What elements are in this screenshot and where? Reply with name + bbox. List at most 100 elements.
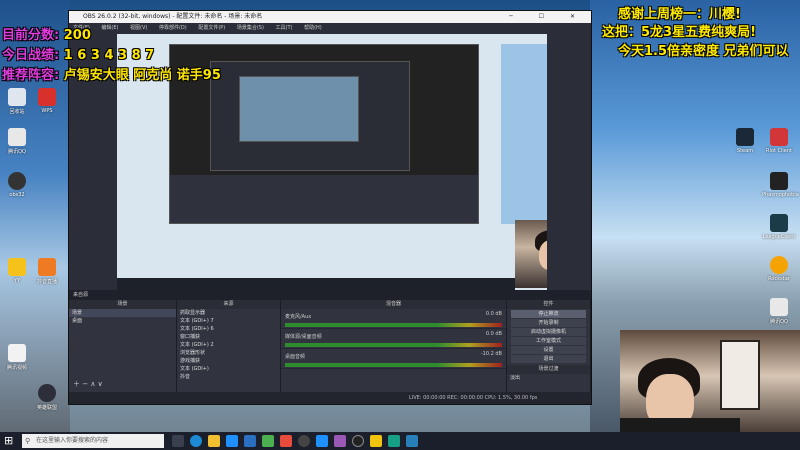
desktop-icon[interactable]: Phasmophobia: [762, 172, 799, 198]
record-value: 1 6 3 4 3 8 7: [63, 48, 155, 63]
source-item[interactable]: 文本 (GDI+): [177, 365, 280, 373]
streamer-webcam: [620, 330, 800, 432]
scene-item[interactable]: 场景: [69, 309, 176, 317]
obs-title-text: OBS 26.0.2 (32-bit, windows) - 配置文件: 未命名…: [83, 13, 263, 20]
sources-dock: 来源 抓取显示器 文本 (GDI+) 7 文本 (GDI+) 6 窗口捕获 文本…: [177, 300, 281, 392]
taskbar: ⊞ ⚲ 在这里输入你要搜索的内容: [0, 432, 800, 450]
source-toolbar-label: 来自源: [73, 292, 89, 298]
task-view-icon[interactable]: [172, 435, 184, 447]
studio-mode-button[interactable]: 工作室模式: [511, 337, 586, 345]
stop-streaming-button[interactable]: 停止推流: [511, 310, 586, 318]
app-icon[interactable]: [280, 435, 292, 447]
source-item[interactable]: 浏览器形状: [177, 349, 280, 357]
recommend-overlay: 推荐阵容: 卢锡安大眼 阿克尚 诺手95: [2, 64, 221, 83]
thanks-overlay: 感谢上周榜一：川樱!: [618, 7, 741, 22]
source-item[interactable]: 文本 (GDI+) 2: [177, 341, 280, 349]
preview-webcam: [515, 220, 547, 288]
store-icon[interactable]: [226, 435, 238, 447]
nested-desktop-strip: [501, 44, 547, 224]
search-placeholder: 在这里输入你要搜索的内容: [36, 437, 109, 444]
taskbar-search-input[interactable]: ⚲ 在这里输入你要搜索的内容: [22, 434, 164, 448]
desktop-icon[interactable]: 抖音直播: [30, 258, 64, 285]
mixer-channel-db: -10.2 dB: [480, 351, 502, 357]
app-icon[interactable]: [370, 435, 382, 447]
windows-start-icon[interactable]: ⊞: [4, 435, 15, 446]
nested-dock: [170, 175, 478, 223]
volume-meter[interactable]: [285, 323, 502, 327]
mixer-header: 混音器: [281, 300, 506, 309]
app-icon[interactable]: [298, 435, 310, 447]
desktop-icon[interactable]: 回收站: [0, 88, 34, 115]
desktop-icon[interactable]: Rockstar: [762, 256, 796, 282]
start-recording-button[interactable]: 开始录制: [511, 319, 586, 327]
record-overlay: 今日战绩: 1 6 3 4 3 8 7: [2, 44, 154, 63]
desktop-icon[interactable]: obs32: [0, 172, 34, 198]
mixer-channel: 桌面音频 -10.2 dB: [281, 349, 506, 369]
obs-status-bar: LIVE: 00:00:00 REC: 00:00:00 CPU: 1.5%, …: [69, 392, 591, 404]
scenes-header: 场景: [69, 300, 176, 309]
sources-header: 来源: [177, 300, 280, 309]
settings-button[interactable]: 设置: [511, 346, 586, 354]
virtual-camera-button[interactable]: 启动虚拟摄像机: [511, 328, 586, 336]
intimacy-overlay: 今天1.5倍亲密度 兄弟们可以: [618, 44, 789, 59]
transition-select[interactable]: 淡出: [507, 374, 590, 382]
desktop-icon[interactable]: Riot Client: [762, 128, 796, 154]
desktop-icon[interactable]: 腾讯QQ: [0, 128, 34, 155]
edge-browser-icon[interactable]: [190, 435, 202, 447]
volume-meter[interactable]: [285, 343, 502, 347]
scenes-controls[interactable]: ＋ − ∧ ∨: [73, 379, 103, 389]
app-icon[interactable]: [334, 435, 346, 447]
source-item[interactable]: 窗口捕获: [177, 333, 280, 341]
app-icon[interactable]: [316, 435, 328, 447]
desktop-icon[interactable]: 英雄联盟: [30, 384, 64, 411]
record-label: 今日战绩:: [2, 48, 60, 63]
menu-profile[interactable]: 配置文件(P): [198, 25, 225, 31]
nested-preview-2: [210, 61, 410, 171]
desktop-icon[interactable]: LeagueClient: [762, 214, 796, 240]
app-icon[interactable]: [244, 435, 256, 447]
volume-meter[interactable]: [285, 363, 502, 367]
source-item[interactable]: 游戏捕获: [177, 357, 280, 365]
desktop-icon[interactable]: Steam: [728, 128, 762, 154]
desktop-icon[interactable]: 腾讯视频: [0, 344, 34, 371]
obs-titlebar: OBS 26.0.2 (32-bit, windows) - 配置文件: 未命名…: [69, 11, 591, 23]
source-item[interactable]: 抓取显示器: [177, 309, 280, 317]
menu-help[interactable]: 帮助(H): [304, 25, 322, 31]
controls-dock: 控件 停止推流 开始录制 启动虚拟摄像机 工作室模式 设置 退出 场景过渡 淡出: [507, 300, 591, 392]
menu-docks[interactable]: 停靠部件(D): [159, 25, 187, 31]
score-overlay: 目前分数: 200: [2, 24, 91, 43]
recommend-label: 推荐阵容:: [2, 68, 60, 83]
score-label: 目前分数:: [2, 28, 60, 43]
obs-taskbar-icon[interactable]: [352, 435, 364, 447]
source-item[interactable]: 抖音: [177, 373, 280, 381]
source-item[interactable]: 文本 (GDI+) 6: [177, 325, 280, 333]
exit-button[interactable]: 退出: [511, 355, 586, 363]
source-item[interactable]: 文本 (GDI+) 7: [177, 317, 280, 325]
webcam-door: [720, 340, 760, 410]
menu-view[interactable]: 视图(V): [130, 25, 147, 31]
scenes-dock: 场景 场景 桌面 ＋ − ∧ ∨: [69, 300, 177, 392]
desktop-icon[interactable]: 腾讯QQ: [762, 298, 796, 325]
obs-menubar: 文件(F) 编辑(E) 视图(V) 停靠部件(D) 配置文件(P) 场景集合(S…: [69, 23, 591, 33]
menu-scene-collection[interactable]: 场景集合(S): [237, 25, 264, 31]
mixer-channel-label: 麦克风/Aux: [285, 314, 312, 320]
preview-taskbar: [117, 278, 515, 290]
mixer-channel: 媒体源/桌面音频 0.0 dB: [281, 329, 506, 349]
desktop-icon[interactable]: YY: [0, 258, 34, 284]
menu-edit[interactable]: 编辑(E): [101, 25, 118, 31]
app-icon[interactable]: [406, 435, 418, 447]
mixer-channel-label: 桌面音频: [285, 354, 306, 360]
webcam-shirt: [620, 418, 740, 432]
menu-tools[interactable]: 工具(T): [276, 25, 293, 31]
file-explorer-icon[interactable]: [208, 435, 220, 447]
app-icon[interactable]: [388, 435, 400, 447]
audio-mixer-dock: 混音器 麦克风/Aux 0.0 dB 媒体源/桌面音频 0.0 dB 桌面音频 …: [281, 300, 507, 392]
desktop-icon[interactable]: WPS: [30, 88, 64, 114]
recommend-value: 卢锡安大眼 阿克尚 诺手95: [63, 68, 221, 83]
scene-item[interactable]: 桌面: [69, 317, 176, 325]
transition-header: 场景过渡: [507, 365, 590, 374]
controls-header: 控件: [507, 300, 590, 309]
window-controls[interactable]: ─ ☐ ✕: [509, 11, 587, 23]
app-icon[interactable]: [262, 435, 274, 447]
mixer-channel-db: 0.0 dB: [485, 331, 502, 337]
